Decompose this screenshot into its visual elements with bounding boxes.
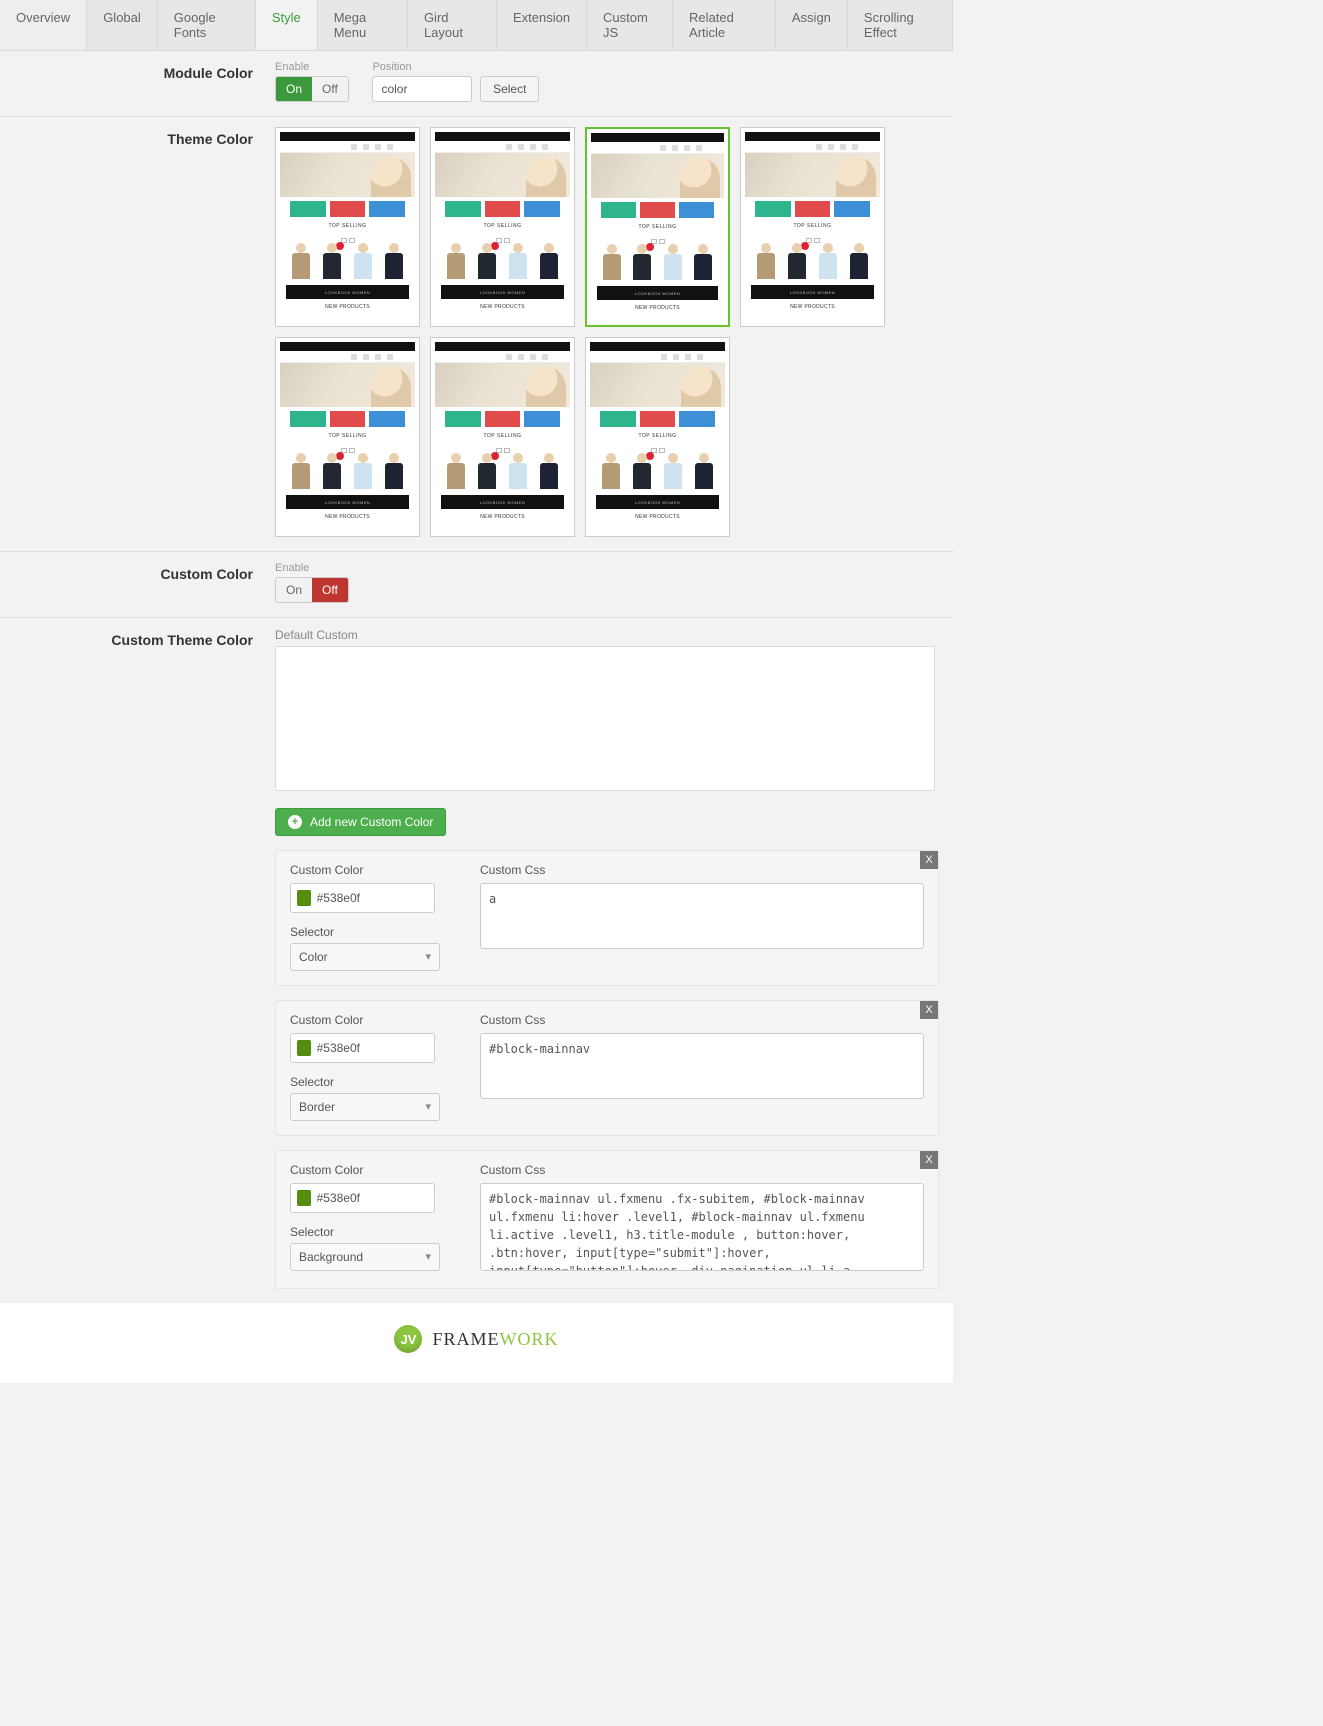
custom-color-label: Custom Color <box>290 1163 450 1177</box>
theme-thumb[interactable]: TOP SELLINGLOOKBOOK WOMENNEW PRODUCTS <box>585 127 730 327</box>
theme-thumbnails: TOP SELLINGLOOKBOOK WOMENNEW PRODUCTSTOP… <box>275 127 939 537</box>
toggle-off[interactable]: Off <box>312 77 348 101</box>
selector-label: Selector <box>290 1075 450 1089</box>
tab-mega-menu[interactable]: Mega Menu <box>318 0 408 50</box>
brand-badge: JV FRAMEWORK <box>394 1325 558 1353</box>
position-select-button[interactable]: Select <box>480 76 539 102</box>
tab-global[interactable]: Global <box>87 0 158 50</box>
selector-dropdown[interactable]: Border <box>290 1093 440 1121</box>
color-value-input[interactable] <box>317 1041 428 1055</box>
color-input[interactable] <box>290 883 435 913</box>
theme-thumb[interactable]: TOP SELLINGLOOKBOOK WOMENNEW PRODUCTS <box>430 337 575 537</box>
color-value-input[interactable] <box>317 891 428 905</box>
toggle-off[interactable]: Off <box>312 578 348 602</box>
theme-thumb[interactable]: TOP SELLINGLOOKBOOK WOMENNEW PRODUCTS <box>275 127 420 327</box>
tab-google-fonts[interactable]: Google Fonts <box>158 0 256 50</box>
section-label: Module Color <box>0 51 275 116</box>
enable-label: Enable <box>275 562 939 574</box>
custom-css-textarea[interactable]: a <box>480 883 924 949</box>
color-input[interactable] <box>290 1033 435 1063</box>
jv-logo-icon: JV <box>394 1325 422 1353</box>
section-theme-color: Theme Color TOP SELLINGLOOKBOOK WOMENNEW… <box>0 117 953 552</box>
section-label: Custom Theme Color <box>0 618 275 1303</box>
color-value-input[interactable] <box>317 1191 428 1205</box>
section-module-color: Module Color Enable On Off Position Sele… <box>0 51 953 117</box>
custom-css-label: Custom Css <box>480 1163 924 1177</box>
close-icon[interactable]: X <box>920 1001 938 1019</box>
tab-bar: Overview Global Google Fonts Style Mega … <box>0 0 953 51</box>
selector-dropdown[interactable]: Color <box>290 943 440 971</box>
default-custom-label: Default Custom <box>275 628 939 642</box>
custom-color-row: X Custom Color Selector Border Custom Css #bl… <box>275 1000 939 1136</box>
custom-color-label: Custom Color <box>290 1013 450 1027</box>
color-swatch-icon <box>297 1190 311 1206</box>
close-icon[interactable]: X <box>920 851 938 869</box>
color-swatch-icon <box>297 1040 311 1056</box>
custom-css-label: Custom Css <box>480 1013 924 1027</box>
module-color-toggle[interactable]: On Off <box>275 76 349 102</box>
color-swatch-icon <box>297 890 311 906</box>
position-label: Position <box>372 61 539 73</box>
custom-color-row: X Custom Color Selector Background Custom Cs… <box>275 1150 939 1289</box>
plus-icon: + <box>288 815 302 829</box>
position-input[interactable] <box>372 76 472 102</box>
tab-overview[interactable]: Overview <box>0 0 87 50</box>
section-custom-color: Custom Color Enable On Off <box>0 552 953 618</box>
section-label: Theme Color <box>0 117 275 551</box>
tab-related-article[interactable]: Related Article <box>673 0 776 50</box>
tab-assign[interactable]: Assign <box>776 0 848 50</box>
add-custom-color-button[interactable]: + Add new Custom Color <box>275 808 446 836</box>
theme-thumb[interactable]: TOP SELLINGLOOKBOOK WOMENNEW PRODUCTS <box>430 127 575 327</box>
brand-text: FRAMEWORK <box>432 1329 558 1350</box>
tab-extension[interactable]: Extension <box>497 0 587 50</box>
section-label: Custom Color <box>0 552 275 617</box>
custom-color-toggle[interactable]: On Off <box>275 577 349 603</box>
toggle-on[interactable]: On <box>276 578 312 602</box>
default-custom-textarea[interactable] <box>275 646 935 791</box>
tab-style[interactable]: Style <box>256 0 318 50</box>
theme-thumb[interactable]: TOP SELLINGLOOKBOOK WOMENNEW PRODUCTS <box>585 337 730 537</box>
selector-label: Selector <box>290 925 450 939</box>
add-button-label: Add new Custom Color <box>310 815 433 829</box>
tab-scrolling-effect[interactable]: Scrolling Effect <box>848 0 953 50</box>
close-icon[interactable]: X <box>920 1151 938 1169</box>
section-custom-theme-color: Custom Theme Color Default Custom + Add … <box>0 618 953 1303</box>
custom-color-row: X Custom Color Selector Color Custom Css a <box>275 850 939 986</box>
enable-label: Enable <box>275 61 349 73</box>
tab-grid-layout[interactable]: Gird Layout <box>408 0 497 50</box>
custom-css-textarea[interactable]: #block-mainnav <box>480 1033 924 1099</box>
footer: JV FRAMEWORK <box>0 1303 953 1383</box>
color-input[interactable] <box>290 1183 435 1213</box>
theme-thumb[interactable]: TOP SELLINGLOOKBOOK WOMENNEW PRODUCTS <box>275 337 420 537</box>
theme-thumb[interactable]: TOP SELLINGLOOKBOOK WOMENNEW PRODUCTS <box>740 127 885 327</box>
toggle-on[interactable]: On <box>276 77 312 101</box>
selector-dropdown[interactable]: Background <box>290 1243 440 1271</box>
custom-css-textarea[interactable]: #block-mainnav ul.fxmenu .fx-subitem, #b… <box>480 1183 924 1271</box>
tab-custom-js[interactable]: Custom JS <box>587 0 673 50</box>
custom-css-label: Custom Css <box>480 863 924 877</box>
selector-label: Selector <box>290 1225 450 1239</box>
custom-color-label: Custom Color <box>290 863 450 877</box>
